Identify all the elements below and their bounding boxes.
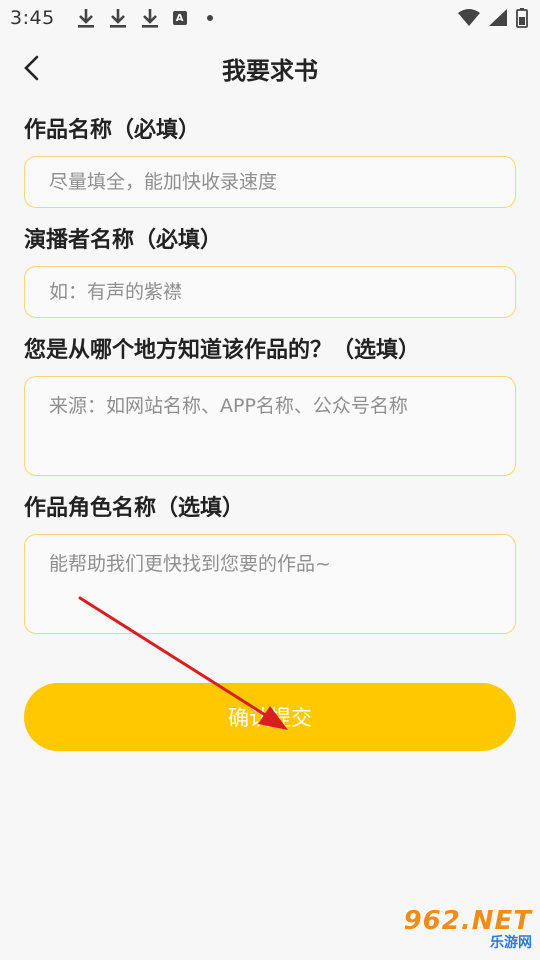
narrator-input[interactable] (24, 266, 516, 318)
system-icons (458, 8, 528, 28)
work-name-label: 作品名称（必填） (24, 118, 201, 143)
wifi-icon (458, 9, 480, 26)
back-button[interactable] (14, 50, 50, 86)
work-name-input[interactable] (24, 156, 516, 208)
characters-textarea[interactable] (24, 534, 516, 634)
submit-button[interactable]: 确认提交 (24, 683, 516, 751)
watermark-sub: 乐游网 (490, 935, 532, 951)
download-icon (141, 9, 158, 28)
battery-icon (516, 8, 528, 28)
status-time: 3:45 (10, 7, 55, 29)
source-textarea[interactable] (24, 376, 516, 476)
a-badge-icon: A (172, 11, 187, 25)
chevron-left-icon (24, 55, 39, 81)
top-bar: 我要求书 (0, 36, 540, 100)
source-label: 您是从哪个地方知道该作品的？（选填） (24, 338, 421, 363)
download-icon (77, 9, 94, 28)
characters-label: 作品角色名称（选填） (24, 496, 245, 521)
request-book-screen: 3:45 A 我要求书 作品名称（必填） 尽量填全，能加快收录速度 演播者名称（… (0, 0, 540, 960)
narrator-label: 演播者名称（必填） (24, 228, 223, 253)
download-icon (109, 9, 126, 28)
status-bar: 3:45 A (0, 0, 540, 36)
notification-icons: A (77, 8, 213, 28)
signal-icon (489, 9, 507, 26)
site-watermark: 962.NET 乐游网 (400, 906, 532, 954)
annotation-arrow (78, 596, 288, 730)
page-title: 我要求书 (222, 56, 318, 85)
dot-icon (206, 15, 213, 21)
